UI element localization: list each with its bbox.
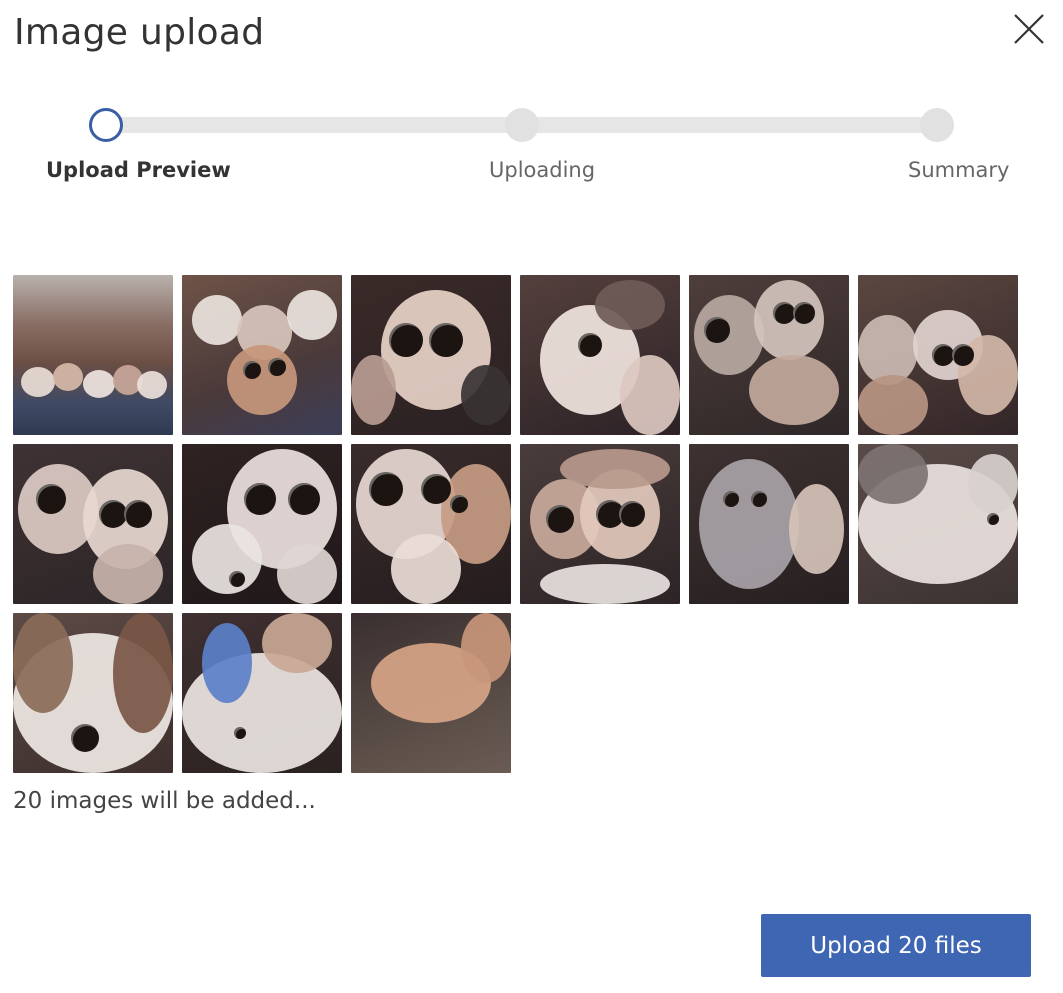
image-thumbnail-7 [13,444,173,604]
image-thumbnail-10 [520,444,680,604]
image-thumbnail-6 [858,275,1018,435]
progress-stepper: Upload Preview Uploading Summary [0,100,1063,200]
step-label-uploading: Uploading [489,158,596,182]
step-label-summary: Summary [908,158,1010,182]
image-thumbnail-11 [689,444,849,604]
image-thumbnail-13 [13,613,173,773]
summary-text: 20 images will be added... [13,788,316,814]
step-indicator-summary [920,108,954,142]
image-thumbnail-2 [182,275,342,435]
image-thumbnail-14 [182,613,342,773]
step-indicator-uploading [505,108,539,142]
image-thumbnail-4 [520,275,680,435]
upload-button[interactable]: Upload 20 files [761,914,1031,977]
dialog-title: Image upload [14,12,265,53]
close-icon [1014,14,1044,44]
image-thumbnail-5 [689,275,849,435]
image-thumbnail-9 [351,444,511,604]
image-thumbnail-8 [182,444,342,604]
image-thumbnail-1 [13,275,173,435]
image-thumbnail-3 [351,275,511,435]
image-thumbnail-15 [351,613,511,773]
step-label-upload-preview: Upload Preview [46,158,231,182]
image-thumbnail-12 [858,444,1018,604]
close-button[interactable] [1010,10,1048,48]
thumbnail-grid [13,275,1021,773]
step-indicator-upload-preview [89,108,123,142]
